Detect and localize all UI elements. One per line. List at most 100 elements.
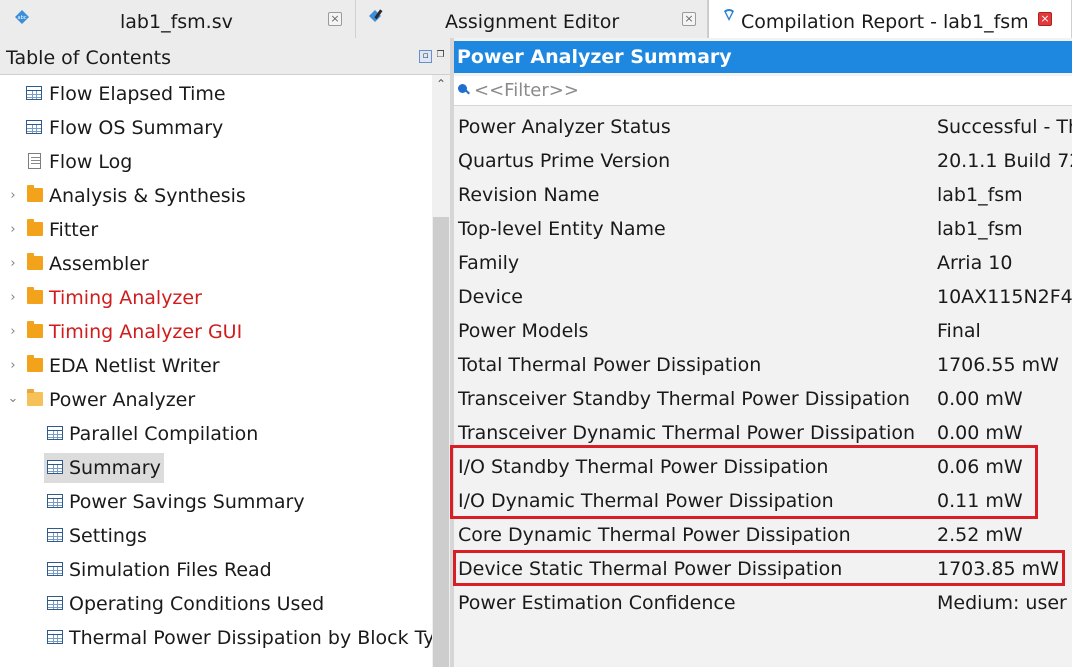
table-row[interactable]: Revision Name lab1_fsm — [454, 178, 1072, 212]
chevron-right-icon[interactable]: › — [7, 324, 19, 339]
table-icon — [47, 426, 63, 440]
chevron-right-icon[interactable]: › — [7, 188, 19, 203]
verilog-file-icon: abc — [15, 10, 29, 24]
toc-item-flow-elapsed-time[interactable]: Flow Elapsed Time — [0, 77, 432, 111]
toc-item-operating-conditions-used[interactable]: Operating Conditions Used — [0, 587, 432, 621]
row-key: Transceiver Dynamic Thermal Power Dissip… — [458, 422, 916, 444]
toc-item-label: Power Analyzer — [49, 389, 196, 411]
compilation-report-icon — [724, 9, 734, 21]
table-row[interactable]: Quartus Prime Version 20.1.1 Build 72 — [454, 144, 1072, 178]
toc-scrollbar[interactable]: ⌃ — [432, 75, 450, 667]
table-icon — [47, 460, 63, 474]
folder-open-icon — [27, 389, 43, 406]
toc-item-parallel-compilation[interactable]: Parallel Compilation — [0, 417, 432, 451]
close-icon[interactable]: × — [1038, 12, 1052, 26]
row-key: Top-level Entity Name — [458, 218, 666, 240]
svg-text:abc: abc — [18, 15, 27, 21]
toc-item-settings[interactable]: Settings — [0, 519, 432, 553]
close-icon[interactable]: × — [682, 12, 696, 26]
document-icon — [28, 153, 41, 169]
row-value: Medium: user — [937, 592, 1067, 614]
row-key: Total Thermal Power Dissipation — [458, 354, 762, 376]
toc-item-timing-analyzer-gui[interactable]: › Timing Analyzer GUI — [0, 315, 432, 349]
table-row[interactable]: Total Thermal Power Dissipation 1706.55 … — [454, 348, 1072, 382]
row-value: 20.1.1 Build 72 — [937, 150, 1072, 172]
toc-item-simulation-files-read[interactable]: Simulation Files Read — [0, 553, 432, 587]
row-value: lab1_fsm — [937, 184, 1023, 206]
row-value: lab1_fsm — [937, 218, 1023, 240]
tab-label: lab1_fsm.sv — [120, 11, 233, 33]
toc-item-flow-os-summary[interactable]: Flow OS Summary — [0, 111, 432, 145]
toc-tree: Flow Elapsed Time Flow OS Summary Flow L… — [0, 75, 432, 667]
row-value: Final — [937, 320, 981, 342]
row-key: Transceiver Standby Thermal Power Dissip… — [458, 388, 910, 410]
folder-icon — [27, 253, 43, 270]
toc-item-thermal-power-dissipation-by-block[interactable]: Thermal Power Dissipation by Block Ty — [0, 621, 432, 655]
toc-item-power-analyzer[interactable]: ⌄ Power Analyzer — [0, 383, 432, 417]
row-value: Arria 10 — [937, 252, 1013, 274]
toc-title: Table of Contents — [6, 47, 171, 69]
chevron-right-icon[interactable]: › — [7, 290, 19, 305]
tab-assignment-editor[interactable]: Assignment Editor × — [356, 0, 708, 38]
table-row[interactable]: Transceiver Standby Thermal Power Dissip… — [454, 382, 1072, 416]
table-row[interactable]: Device 10AX115N2F4 — [454, 280, 1072, 314]
row-key: Family — [458, 252, 520, 274]
tab-lab1-fsm-sv[interactable]: abc lab1_fsm.sv × — [0, 0, 356, 38]
tab-compilation-report[interactable]: Compilation Report - lab1_fsm × — [708, 0, 1072, 38]
toc-item-label: Fitter — [49, 219, 99, 241]
document-tab-bar: abc lab1_fsm.sv × Assignment Editor × Co… — [0, 0, 1072, 39]
table-icon — [47, 596, 63, 610]
row-value: 10AX115N2F4 — [937, 286, 1072, 308]
row-value: Successful - Th — [937, 116, 1072, 138]
toc-header: Table of Contents ▫ ❐ — [0, 38, 450, 75]
toc-item-label: Operating Conditions Used — [69, 593, 325, 615]
toc-item-label: Analysis & Synthesis — [49, 185, 246, 207]
toc-item-label: Settings — [69, 525, 147, 547]
toc-item-assembler[interactable]: › Assembler — [0, 247, 432, 281]
toc-item-label: Assembler — [49, 253, 149, 275]
toc-item-label: Power Savings Summary — [69, 491, 305, 513]
table-icon — [47, 562, 63, 576]
toc-item-fitter[interactable]: › Fitter — [0, 213, 432, 247]
toc-item-analysis-synthesis[interactable]: › Analysis & Synthesis — [0, 179, 432, 213]
table-icon — [47, 528, 63, 542]
table-row[interactable]: Power Models Final — [454, 314, 1072, 348]
toc-item-summary[interactable]: Summary — [0, 451, 432, 485]
toc-item-label: EDA Netlist Writer — [49, 355, 220, 377]
toc-item-power-savings-summary[interactable]: Power Savings Summary — [0, 485, 432, 519]
highlight-box-io-power — [450, 445, 1038, 519]
pin-icon[interactable]: ▫ — [419, 50, 432, 63]
row-value: 0.00 mW — [937, 388, 1023, 410]
toc-item-timing-analyzer[interactable]: › Timing Analyzer — [0, 281, 432, 315]
table-row[interactable]: Power Analyzer Status Successful - Th — [454, 110, 1072, 144]
toc-item-label: Summary — [69, 457, 161, 479]
chevron-right-icon[interactable]: › — [7, 358, 19, 373]
folder-icon — [27, 219, 43, 236]
row-value: 2.52 mW — [937, 524, 1023, 546]
chevron-right-icon[interactable]: › — [7, 256, 19, 271]
row-key: Device — [458, 286, 523, 308]
folder-icon — [27, 321, 43, 338]
toc-item-flow-log[interactable]: Flow Log — [0, 145, 432, 179]
row-key: Power Estimation Confidence — [458, 592, 736, 614]
chevron-right-icon[interactable]: › — [7, 222, 19, 237]
chevron-down-icon[interactable]: ⌄ — [7, 391, 19, 406]
table-icon — [26, 120, 42, 134]
table-icon — [47, 494, 63, 508]
table-row[interactable]: Power Estimation Confidence Medium: user — [454, 586, 1072, 620]
scroll-up-icon[interactable]: ⌃ — [432, 77, 450, 93]
assignment-editor-icon — [369, 9, 383, 22]
close-icon[interactable]: × — [328, 12, 342, 26]
toc-item-eda-netlist-writer[interactable]: › EDA Netlist Writer — [0, 349, 432, 383]
table-row[interactable]: Core Dynamic Thermal Power Dissipation 2… — [454, 518, 1072, 552]
folder-icon — [27, 355, 43, 372]
table-row[interactable]: Top-level Entity Name lab1_fsm — [454, 212, 1072, 246]
filter-input[interactable] — [474, 79, 1064, 101]
table-row[interactable]: Family Arria 10 — [454, 246, 1072, 280]
filter-bar — [454, 76, 1072, 106]
folder-icon — [27, 287, 43, 304]
restore-window-icon[interactable]: ❐ — [434, 50, 447, 63]
highlight-box-device-static-power — [453, 550, 1065, 586]
toc-item-label: Flow Log — [49, 151, 133, 173]
scroll-thumb[interactable] — [433, 217, 449, 667]
